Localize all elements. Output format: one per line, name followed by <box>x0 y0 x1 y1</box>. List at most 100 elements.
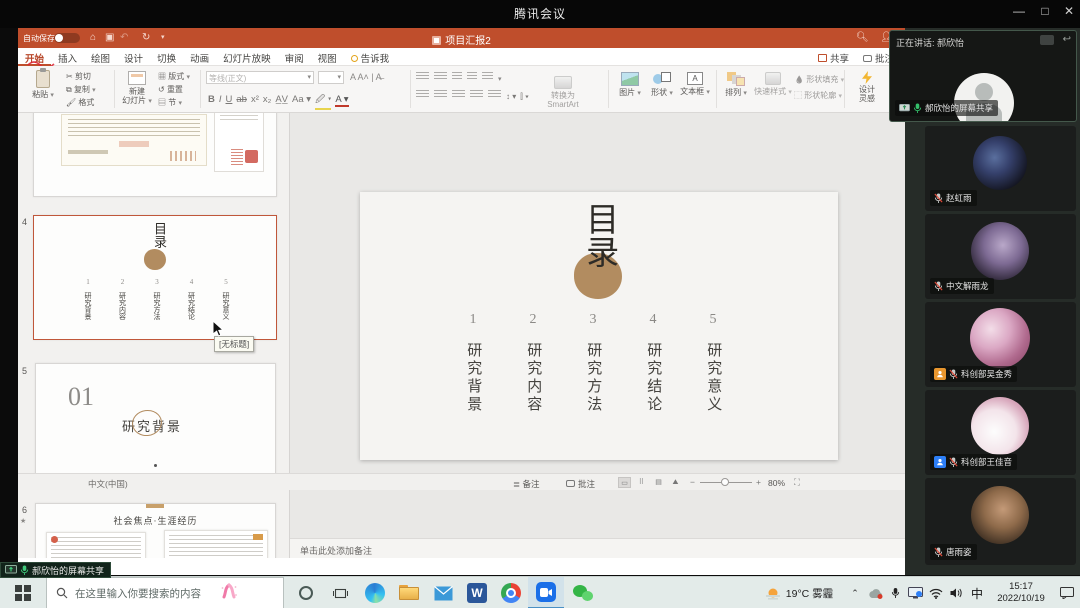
cut-button[interactable]: ✂︎ 剪切 <box>66 71 91 82</box>
paste-button[interactable]: 粘贴 ▾ <box>28 70 58 100</box>
tab-slideshow[interactable]: 幻灯片放映 <box>216 48 278 66</box>
participant-tile[interactable]: 赵虹雨 <box>925 126 1076 211</box>
textbox-button[interactable]: A 文本框 ▾ <box>680 70 710 97</box>
fit-slide-button[interactable]: ⛶ <box>794 477 800 488</box>
tab-transitions[interactable]: 切换 <box>150 48 183 66</box>
view-sorter-button[interactable]: ⠿ <box>635 477 648 488</box>
mouse-cursor <box>211 320 225 338</box>
zoom-in-button[interactable]: + <box>756 477 761 487</box>
participant-tile[interactable]: 科创部王佳音 <box>925 390 1076 475</box>
view-reading-button[interactable]: ▤ <box>652 477 665 488</box>
slide5-thumbnail[interactable]: 01 研究背景 <box>35 363 276 480</box>
tray-ime[interactable]: 中 <box>966 577 988 608</box>
search-placeholder: 在这里输入你要搜索的内容 <box>75 586 201 601</box>
tab-draw[interactable]: 绘图 <box>84 48 117 66</box>
view-slideshow-button[interactable]: ⛰︎ <box>669 477 682 488</box>
tray-mic[interactable] <box>886 577 904 608</box>
taskbar-wechat[interactable] <box>566 577 600 608</box>
reset-button[interactable]: ↺ 重置 <box>158 84 183 95</box>
word-icon: W <box>467 583 487 603</box>
tray-volume[interactable] <box>946 577 966 608</box>
new-slide-button[interactable]: 新建幻灯片 ▾ <box>120 69 154 106</box>
slide-canvas[interactable]: 目录 1研究背景 2研究内容 3研究方法 4研究结论 5研究意义 <box>360 192 838 460</box>
wechat-icon <box>573 585 593 602</box>
reply-arrow-icon[interactable]: ↩ <box>1063 34 1071 45</box>
section-button[interactable]: ▤ 节 ▾ <box>158 97 182 108</box>
taskbar-mail[interactable] <box>426 577 460 608</box>
align-buttons[interactable]: ↕ ▾⫿ ▾ <box>416 90 533 102</box>
slide4-thumbnail[interactable]: 目录 1研究背景 2研究内容 3研究方法 4研究结论 5研究意义 <box>33 215 277 340</box>
participant-tile-screenshare[interactable]: 正在讲话: 郝欣怡 ↩ 郝欣怡的屏幕共享 <box>889 30 1077 122</box>
zoom-slider-thumb[interactable] <box>721 478 729 486</box>
search-icon[interactable]: 🔍︎ <box>856 32 869 44</box>
tab-tellme[interactable]: 告诉我 <box>344 48 397 66</box>
view-normal-button[interactable]: ▭ <box>618 477 631 488</box>
zoom-out-button[interactable]: − <box>690 477 695 487</box>
participant-tile[interactable]: 科创部吴金秀 <box>925 302 1076 387</box>
reaction-icon[interactable] <box>1040 35 1054 45</box>
font-format-buttons[interactable]: BIUabx²x₂A̲V̲Aa ▾🖉︎ ▾A ▾ <box>208 92 353 110</box>
design-ideas-button[interactable]: 设计灵感 <box>850 69 884 103</box>
participant-tile[interactable]: 唐雨姿 <box>925 478 1076 565</box>
taskbar-word[interactable]: W <box>460 577 494 608</box>
layout-button[interactable]: ▦ 版式 ▾ <box>158 71 190 82</box>
picture-icon <box>621 72 639 86</box>
font-name-combo[interactable]: 等线(正文)▾ <box>206 71 314 84</box>
ppt-titlebar: 自动保存 ⌂ ▣ ↶ ↻ ▾ 项目汇报2 🔍︎ 👤︎ <box>18 28 905 48</box>
taskbar-chrome[interactable] <box>494 577 528 608</box>
minimize-icon[interactable]: — <box>1008 4 1030 18</box>
tray-expand-button[interactable]: ⌃ <box>846 577 864 608</box>
shapes-button[interactable]: 形状 ▾ <box>648 70 676 98</box>
tab-design[interactable]: 设计 <box>117 48 150 66</box>
close-icon[interactable]: ✕ <box>1058 4 1080 18</box>
taskbar-tencent-meeting[interactable] <box>528 577 564 608</box>
tray-clock[interactable]: 15:172022/10/19 <box>988 577 1054 608</box>
list-indent-buttons[interactable]: ▾ <box>416 72 502 83</box>
notification-icon <box>1060 587 1074 599</box>
copy-button[interactable]: ⧉ 复制 ▾ <box>66 84 96 95</box>
taskbar-search[interactable]: 在这里输入你要搜索的内容 <box>46 577 284 608</box>
action-center-button[interactable] <box>1054 577 1080 608</box>
tray-onedrive[interactable] <box>864 577 886 608</box>
new-slide-icon <box>128 71 146 85</box>
slide-editor-area[interactable]: 目录 1研究背景 2研究内容 3研究方法 4研究结论 5研究意义 <box>290 113 905 558</box>
thumb6-title: 社会焦点·生涯经历 <box>36 514 275 527</box>
taskbar-weather[interactable]: 19°C 雾霾 <box>756 577 842 608</box>
participant-tile[interactable]: 中文解雨龙 <box>925 214 1076 299</box>
shape-outline-button[interactable]: ⬚ 形状轮廓 ▾ <box>794 90 842 101</box>
quick-styles-button[interactable]: 快速样式 ▾ <box>754 70 792 97</box>
cortana-button[interactable] <box>290 577 322 608</box>
tray-screenshare[interactable] <box>904 577 926 608</box>
participant-name-pill: 科创部吴金秀 <box>930 366 1017 382</box>
chrome-icon <box>501 583 521 603</box>
thumb4-circle <box>144 249 166 270</box>
taskbar-file-explorer[interactable] <box>392 577 426 608</box>
slide3-thumbnail[interactable] <box>33 113 277 197</box>
zoom-level[interactable]: 80% <box>768 478 785 488</box>
picture-button[interactable]: 图片 ▾ <box>616 70 644 98</box>
task-view-button[interactable] <box>324 577 356 608</box>
tab-view[interactable]: 视图 <box>311 48 344 66</box>
wifi-icon <box>929 588 943 599</box>
grow-shrink-font-buttons[interactable]: A A˄ | A̶ <box>350 72 382 82</box>
taskbar-edge[interactable] <box>358 577 392 608</box>
arrange-button[interactable]: 排列 ▾ <box>722 70 750 98</box>
screen-share-floating-badge[interactable]: 郝欣怡的屏幕共享 <box>0 562 111 578</box>
tray-wifi[interactable] <box>926 577 946 608</box>
statusbar-notes-button[interactable]: ≣ 备注 <box>513 478 540 490</box>
share-button[interactable]: 共享 <box>818 51 849 65</box>
statusbar-comments-button[interactable]: 批注 <box>566 478 595 490</box>
start-button[interactable] <box>0 577 46 608</box>
tab-animations[interactable]: 动画 <box>183 48 216 66</box>
participant-avatar <box>971 397 1029 455</box>
tab-review[interactable]: 审阅 <box>278 48 311 66</box>
shape-fill-button[interactable]: 🩸︎ 形状填充 ▾ <box>794 74 844 85</box>
format-painter-button[interactable]: 🖌︎ 格式 <box>66 97 94 108</box>
statusbar-ime: 中文(中国) <box>88 478 128 490</box>
slide6-thumbnail[interactable]: 社会焦点·生涯经历 <box>35 503 276 558</box>
display-icon <box>908 587 923 599</box>
font-size-combo[interactable]: ▾ <box>318 71 344 84</box>
maximize-icon[interactable]: □ <box>1034 4 1056 18</box>
convert-smartart-button[interactable]: 转换为SmartArt <box>538 74 588 109</box>
notes-pane[interactable]: 单击此处添加备注 <box>290 538 905 558</box>
